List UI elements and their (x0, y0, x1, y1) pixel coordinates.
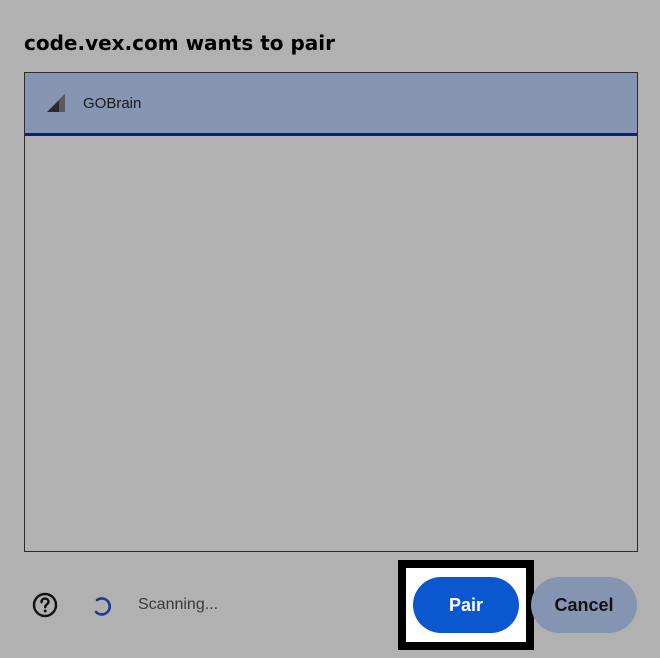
help-circle-icon[interactable] (32, 592, 58, 618)
signal-strength-icon (45, 92, 67, 114)
device-name: GOBrain (83, 94, 142, 112)
cancel-button[interactable]: Cancel (531, 577, 637, 633)
device-list[interactable]: GOBrain (24, 72, 638, 552)
pair-button[interactable]: Pair (413, 577, 519, 633)
dialog-title: code.vex.com wants to pair (24, 31, 336, 55)
device-list-item[interactable]: GOBrain (25, 73, 637, 136)
loading-spinner-icon (90, 594, 114, 618)
scanning-status: Scanning... (138, 596, 219, 613)
